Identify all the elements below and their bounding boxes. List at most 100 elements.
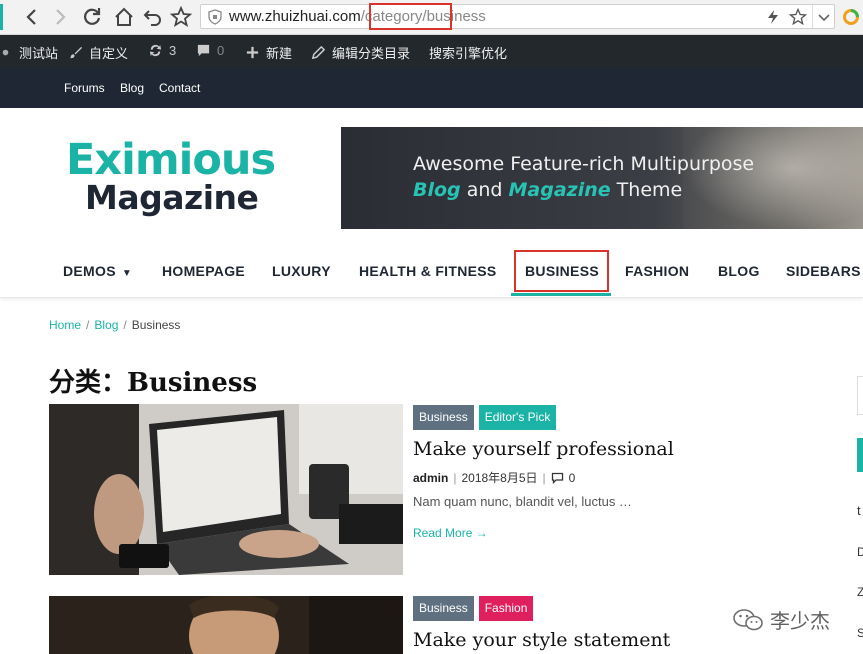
category-tag-business[interactable]: Business: [413, 405, 474, 430]
sidebar-text: t: [857, 503, 861, 518]
reload-button[interactable]: [80, 5, 104, 29]
top-link-forums[interactable]: Forums: [64, 81, 105, 95]
read-more-link[interactable]: Read More →: [413, 526, 488, 540]
nav-item-demos-label: DEMOS: [63, 263, 116, 279]
forward-arrow-icon: [56, 9, 66, 25]
meta-separator: |: [542, 470, 546, 485]
shield-icon: [208, 9, 222, 25]
breadcrumb-separator: /: [86, 318, 90, 332]
pencil-icon: [311, 45, 326, 60]
admin-seo-link[interactable]: 搜索引擎优化: [429, 43, 507, 62]
category-tag-business[interactable]: Business: [413, 596, 474, 621]
banner-theme: Theme: [610, 179, 683, 201]
admin-edit-category-label: 编辑分类目录: [332, 46, 411, 61]
extension-icon[interactable]: [842, 8, 860, 26]
chevron-down-icon: [818, 14, 830, 22]
admin-customize-link[interactable]: 自定义: [68, 43, 128, 62]
comment-icon: [197, 44, 210, 57]
breadcrumb-home[interactable]: Home: [49, 318, 81, 332]
breadcrumb-separator: /: [123, 318, 127, 332]
post-comment-count[interactable]: 0: [569, 471, 576, 485]
admin-updates-count: 3: [169, 43, 177, 58]
admin-updates-link[interactable]: 3: [148, 43, 176, 58]
breadcrumb-current: Business: [131, 318, 181, 332]
admin-site-link[interactable]: 测试站: [0, 43, 58, 62]
home-icon: [2, 49, 9, 56]
post-excerpt: Nam quam nunc, blandit vel, luctus …: [413, 494, 632, 509]
address-bar[interactable]: www.zhuizhuai.com/category/business: [200, 4, 835, 29]
home-button[interactable]: [112, 5, 136, 29]
post-date: 2018年8月5日: [461, 471, 538, 485]
nav-item-sidebars[interactable]: SIDEBARS: [786, 263, 861, 279]
banner-image: [683, 127, 863, 229]
breadcrumb: Home / Blog / Business: [49, 318, 180, 332]
top-link-contact[interactable]: Contact: [159, 81, 200, 95]
admin-customize-label: 自定义: [89, 46, 129, 61]
nav-highlight-box: [514, 250, 609, 292]
top-bar: Forums Blog Contact: [0, 68, 863, 108]
sidebar-text: S: [857, 626, 863, 640]
site-logo-bottom[interactable]: Magazine: [85, 178, 259, 218]
undo-icon: [143, 10, 161, 26]
breadcrumb-blog[interactable]: Blog: [94, 318, 118, 332]
main-nav: DEMOS ▼ HOMEPAGE LUXURY HEALTH & FITNESS …: [0, 240, 863, 298]
back-arrow-icon: [26, 9, 36, 25]
wp-admin-bar: 测试站 自定义 3 0 新建 编辑分类目录 搜索引擎优化: [0, 35, 863, 68]
sidebar-text: Z: [857, 585, 863, 599]
nav-item-homepage[interactable]: HOMEPAGE: [162, 263, 245, 279]
banner-and: and: [460, 179, 509, 201]
admin-comments-link[interactable]: 0: [196, 43, 224, 58]
nav-item-luxury[interactable]: LUXURY: [272, 263, 331, 279]
nav-item-blog[interactable]: BLOG: [718, 263, 760, 279]
laptop-photo: [49, 404, 403, 575]
category-tag-fashion[interactable]: Fashion: [478, 596, 534, 621]
meta-separator: |: [453, 470, 457, 485]
post-author[interactable]: admin: [413, 471, 448, 485]
reload-icon: [84, 8, 101, 25]
url-dropdown[interactable]: [812, 5, 835, 28]
header-banner[interactable]: Awesome Feature-rich Multipurpose Blog a…: [341, 127, 863, 229]
post-thumbnail[interactable]: [49, 596, 403, 654]
nav-item-fashion[interactable]: FASHION: [625, 263, 689, 279]
chevron-down-icon: ▼: [121, 268, 133, 279]
page-title: 分类：Business: [49, 368, 258, 398]
site-header: Eximious Magazine Awesome Feature-rich M…: [0, 108, 863, 240]
page: www.zhuizhuai.com/category/business 测试站 …: [0, 0, 863, 654]
url-host: www.zhuizhuai.com: [229, 8, 361, 25]
browser-toolbar: www.zhuizhuai.com/category/business: [0, 0, 863, 35]
portrait-photo: [49, 596, 403, 654]
lightning-icon[interactable]: [766, 9, 780, 25]
sidebar-text: D: [857, 545, 863, 559]
admin-new-link[interactable]: 新建: [245, 43, 292, 62]
brush-icon: [69, 46, 83, 59]
admin-edit-category-link[interactable]: 编辑分类目录: [311, 43, 410, 62]
post-categories: Business Fashion: [413, 596, 534, 621]
admin-comments-count: 0: [217, 43, 225, 58]
undo-button[interactable]: [141, 5, 165, 29]
banner-magazine: Magazine: [508, 179, 611, 201]
star-icon: [169, 5, 193, 27]
banner-blog: Blog: [413, 179, 461, 201]
top-link-blog[interactable]: Blog: [120, 81, 144, 95]
sidebar-search-box[interactable]: [857, 376, 863, 415]
home-icon: [115, 7, 133, 26]
bookmark-star-button[interactable]: [169, 5, 193, 29]
post-thumbnail[interactable]: [49, 404, 403, 575]
nav-item-demos[interactable]: DEMOS ▼: [63, 263, 132, 279]
forward-button[interactable]: [48, 5, 72, 29]
url-highlight-box: [369, 3, 452, 30]
active-nav-underline: [511, 293, 611, 296]
banner-line2: Blog and Magazine Theme: [413, 179, 682, 201]
post-title[interactable]: Make your style statement: [413, 629, 670, 651]
back-button[interactable]: [20, 5, 44, 29]
nav-item-health-fitness[interactable]: HEALTH & FITNESS: [359, 263, 497, 279]
admin-new-label: 新建: [266, 46, 293, 61]
banner-line1: Awesome Feature-rich Multipurpose: [413, 153, 755, 175]
post-categories: Business Editor's Pick: [413, 405, 557, 430]
category-tag-editors-pick[interactable]: Editor's Pick: [478, 405, 557, 430]
sidebar-widget-header: [857, 438, 863, 472]
favorite-star-icon[interactable]: [788, 7, 808, 27]
updates-icon: [149, 44, 162, 57]
post-meta: admin | 2018年8月5日 | 0: [413, 469, 575, 486]
post-title[interactable]: Make yourself professional: [413, 438, 674, 460]
